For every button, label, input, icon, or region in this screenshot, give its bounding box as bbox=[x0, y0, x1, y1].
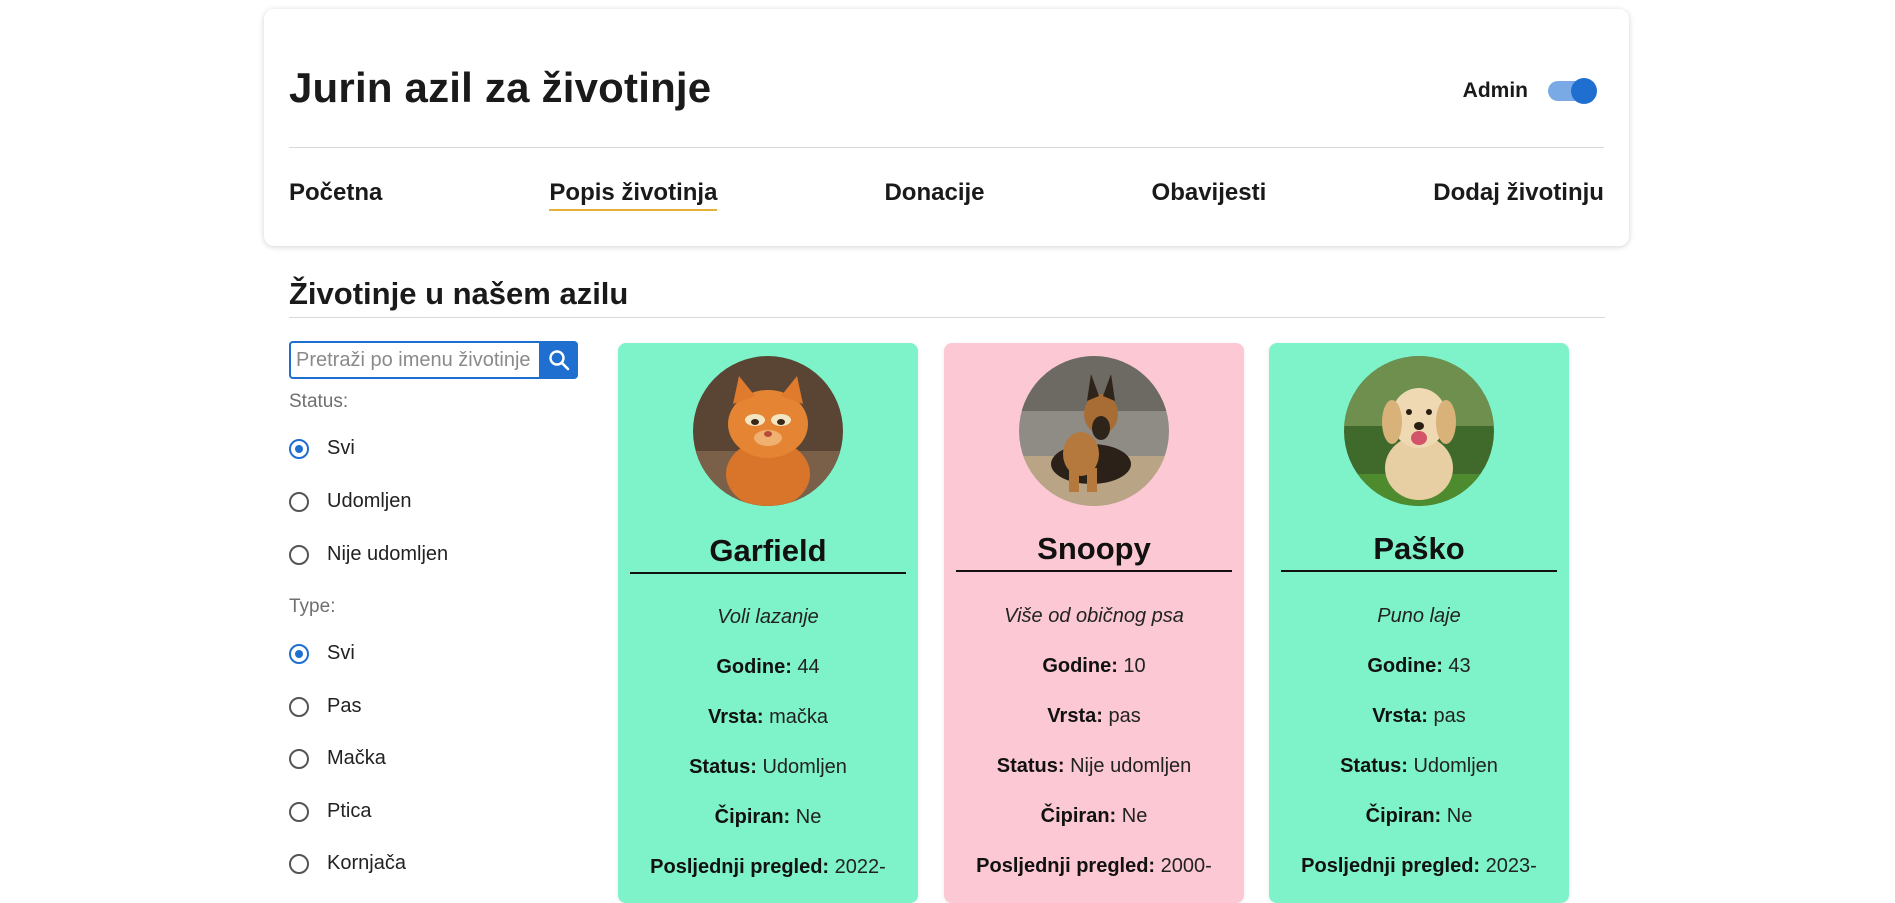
radio-label: Ptica bbox=[327, 800, 372, 822]
type-radio-bird[interactable]: Ptica bbox=[289, 800, 371, 823]
type-radio-all[interactable]: Svi bbox=[289, 642, 355, 665]
animal-name: Snoopy bbox=[956, 531, 1232, 572]
animal-card-pasko[interactable]: Paško Puno laje Godine: 43 Vrsta: pas St… bbox=[1269, 343, 1569, 903]
admin-switch: Admin bbox=[1462, 78, 1597, 104]
search-input[interactable] bbox=[289, 341, 539, 379]
animal-description: Voli lazanje bbox=[717, 606, 819, 628]
site-title: Jurin azil za životinje bbox=[289, 64, 712, 111]
animal-species: Vrsta: pas bbox=[1047, 705, 1141, 727]
radio-label: Pas bbox=[327, 695, 362, 717]
toggle-knob bbox=[1571, 78, 1597, 104]
status-radio-not-adopted[interactable]: Nije udomljen bbox=[289, 543, 448, 566]
radio-label: Nije udomljen bbox=[327, 543, 449, 565]
animal-card-garfield[interactable]: Garfield Voli lazanje Godine: 44 Vrsta: … bbox=[618, 343, 918, 903]
radio-button[interactable] bbox=[289, 438, 309, 459]
admin-label: Admin bbox=[1462, 79, 1528, 102]
animal-description: Puno laje bbox=[1377, 605, 1461, 627]
radio-label: Kornjača bbox=[327, 852, 406, 874]
header-divider bbox=[289, 147, 1604, 148]
animal-name: Garfield bbox=[630, 533, 906, 574]
animal-chipped: Čipiran: Ne bbox=[1365, 805, 1473, 827]
nav-donations[interactable]: Donacije bbox=[884, 179, 984, 211]
radio-button[interactable] bbox=[289, 643, 309, 664]
search-icon bbox=[548, 350, 569, 371]
animal-status: Status: Nije udomljen bbox=[996, 755, 1192, 777]
radio-button[interactable] bbox=[289, 491, 309, 512]
type-radio-turtle[interactable]: Kornjača bbox=[289, 852, 406, 875]
animal-status: Status: Udomljen bbox=[689, 756, 847, 778]
radio-button[interactable] bbox=[289, 748, 309, 769]
animal-age: Godine: 44 bbox=[716, 656, 820, 678]
section-title: Životinje u našem azilu bbox=[289, 276, 629, 311]
status-filter-label: Status: bbox=[289, 391, 349, 412]
animal-age: Godine: 43 bbox=[1367, 655, 1471, 677]
radio-label: Mačka bbox=[327, 747, 386, 769]
animal-last-checkup: Posljednji pregled: 2022- bbox=[650, 856, 886, 878]
animal-description: Više od običnog psa bbox=[1004, 605, 1184, 627]
nav-animal-list[interactable]: Popis životinja bbox=[549, 179, 718, 211]
radio-label: Svi bbox=[327, 642, 355, 664]
nav-notices[interactable]: Obavijesti bbox=[1152, 179, 1267, 211]
radio-label: Udomljen bbox=[327, 490, 412, 512]
radio-button[interactable] bbox=[289, 853, 309, 874]
search-button[interactable] bbox=[539, 341, 578, 379]
nav-add-animal[interactable]: Dodaj životinju bbox=[1433, 179, 1604, 211]
animal-chipped: Čipiran: Ne bbox=[1040, 805, 1148, 827]
status-radio-all[interactable]: Svi bbox=[289, 437, 355, 460]
type-radio-cat[interactable]: Mačka bbox=[289, 747, 386, 770]
animal-name: Paško bbox=[1281, 531, 1557, 572]
search-bar bbox=[289, 341, 578, 379]
type-radio-dog[interactable]: Pas bbox=[289, 695, 361, 718]
type-filter-label: Type: bbox=[289, 596, 336, 617]
animal-age: Godine: 10 bbox=[1042, 655, 1146, 677]
radio-label: Svi bbox=[327, 437, 355, 459]
section-divider bbox=[289, 317, 1605, 318]
animal-photo bbox=[693, 356, 843, 506]
main-nav: Početna Popis životinja Donacije Obavije… bbox=[289, 179, 1604, 211]
animal-species: Vrsta: pas bbox=[1372, 705, 1466, 727]
header-card: Jurin azil za životinje Admin Početna Po… bbox=[264, 9, 1629, 246]
animal-photo bbox=[1344, 356, 1494, 506]
admin-toggle[interactable] bbox=[1548, 78, 1597, 104]
radio-button[interactable] bbox=[289, 696, 309, 717]
animal-last-checkup: Posljednji pregled: 2000- bbox=[976, 855, 1212, 877]
animal-chipped: Čipiran: Ne bbox=[714, 806, 822, 828]
animal-card-snoopy[interactable]: Snoopy Više od običnog psa Godine: 10 Vr… bbox=[944, 343, 1244, 903]
animal-last-checkup: Posljednji pregled: 2023- bbox=[1301, 855, 1537, 877]
status-radio-adopted[interactable]: Udomljen bbox=[289, 490, 411, 513]
animal-species: Vrsta: mačka bbox=[707, 706, 829, 728]
animal-status: Status: Udomljen bbox=[1340, 755, 1498, 777]
radio-button[interactable] bbox=[289, 801, 309, 822]
nav-home[interactable]: Početna bbox=[289, 179, 382, 211]
radio-button[interactable] bbox=[289, 544, 309, 565]
animal-photo bbox=[1019, 356, 1169, 506]
